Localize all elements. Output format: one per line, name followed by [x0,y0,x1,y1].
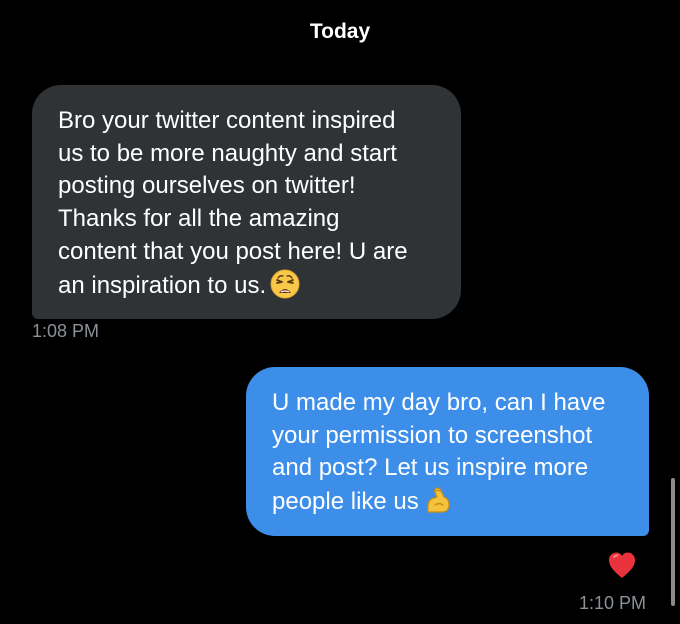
red-heart-icon[interactable] [606,549,638,581]
message-bubble-sent[interactable]: U made my day bro, can I have your permi… [246,367,649,536]
message-timestamp: 1:10 PM [578,593,646,613]
message-bubble-received[interactable]: Bro your twitter content inspired us to … [32,85,461,319]
date-divider: Today [309,20,371,43]
message-timestamp: 1:08 PM [32,321,100,341]
message-text: Bro your twitter content inspired us to … [58,107,408,299]
scrollbar[interactable] [671,478,675,606]
weary-face-icon [270,269,300,299]
flexed-biceps-icon [427,487,450,513]
